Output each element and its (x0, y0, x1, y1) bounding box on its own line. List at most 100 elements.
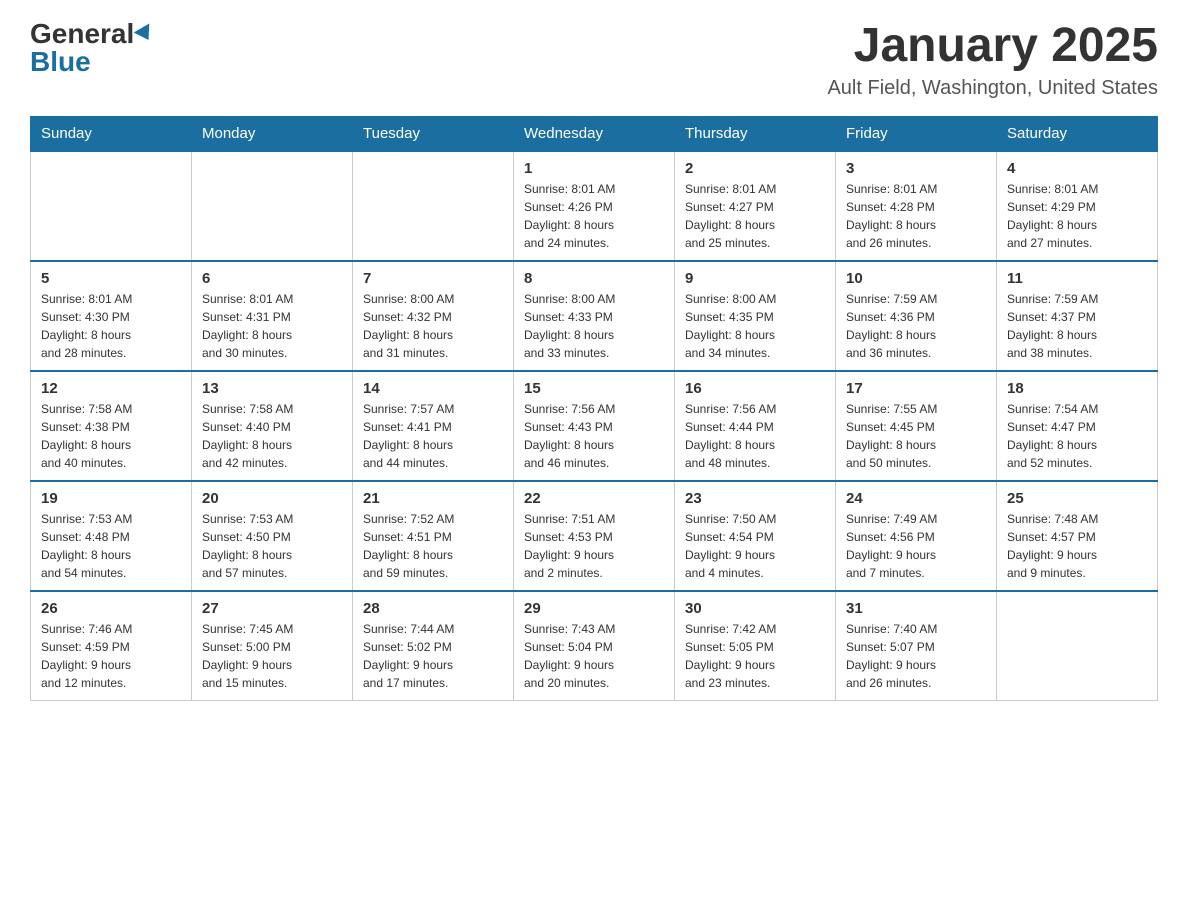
day-info: Sunrise: 7:42 AM Sunset: 5:05 PM Dayligh… (685, 620, 825, 692)
day-number: 27 (202, 600, 342, 617)
calendar-cell: 16 Sunrise: 7:56 AM Sunset: 4:44 PM Dayli… (675, 371, 836, 481)
logo-blue-text: Blue (30, 48, 91, 76)
logo-triangle-icon (134, 23, 157, 44)
day-info: Sunrise: 7:56 AM Sunset: 4:44 PM Dayligh… (685, 400, 825, 472)
day-number: 13 (202, 380, 342, 397)
header-row: SundayMondayTuesdayWednesdayThursdayFrid… (31, 116, 1158, 151)
day-number: 30 (685, 600, 825, 617)
calendar-cell: 11 Sunrise: 7:59 AM Sunset: 4:37 PM Dayli… (997, 261, 1158, 371)
header-day-wednesday: Wednesday (514, 116, 675, 151)
calendar-cell: 13 Sunrise: 7:58 AM Sunset: 4:40 PM Dayli… (192, 371, 353, 481)
calendar-cell: 21 Sunrise: 7:52 AM Sunset: 4:51 PM Dayli… (353, 481, 514, 591)
calendar-cell: 29 Sunrise: 7:43 AM Sunset: 5:04 PM Dayli… (514, 591, 675, 701)
day-info: Sunrise: 7:58 AM Sunset: 4:38 PM Dayligh… (41, 400, 181, 472)
page-header: General Blue January 2025 Ault Field, Wa… (30, 20, 1158, 100)
header-day-friday: Friday (836, 116, 997, 151)
day-number: 16 (685, 380, 825, 397)
day-number: 19 (41, 490, 181, 507)
calendar-cell: 17 Sunrise: 7:55 AM Sunset: 4:45 PM Dayli… (836, 371, 997, 481)
calendar-cell: 25Sunrise: 7:48 AM Sunset: 4:57 PM Dayli… (997, 481, 1158, 591)
day-info: Sunrise: 7:43 AM Sunset: 5:04 PM Dayligh… (524, 620, 664, 692)
calendar-cell: 20Sunrise: 7:53 AM Sunset: 4:50 PM Dayli… (192, 481, 353, 591)
day-info: Sunrise: 8:01 AM Sunset: 4:29 PM Dayligh… (1007, 180, 1147, 252)
day-info: Sunrise: 7:40 AM Sunset: 5:07 PM Dayligh… (846, 620, 986, 692)
day-info: Sunrise: 7:54 AM Sunset: 4:47 PM Dayligh… (1007, 400, 1147, 472)
day-info: Sunrise: 7:48 AM Sunset: 4:57 PM Dayligh… (1007, 510, 1147, 582)
day-info: Sunrise: 7:44 AM Sunset: 5:02 PM Dayligh… (363, 620, 503, 692)
header-day-thursday: Thursday (675, 116, 836, 151)
day-info: Sunrise: 7:58 AM Sunset: 4:40 PM Dayligh… (202, 400, 342, 472)
calendar-cell: 10 Sunrise: 7:59 AM Sunset: 4:36 PM Dayli… (836, 261, 997, 371)
calendar-cell: 26 Sunrise: 7:46 AM Sunset: 4:59 PM Dayli… (31, 591, 192, 701)
day-number: 1 (524, 160, 664, 177)
logo-general-text: General (30, 20, 134, 48)
day-info: Sunrise: 7:52 AM Sunset: 4:51 PM Dayligh… (363, 510, 503, 582)
calendar-cell (353, 151, 514, 261)
day-number: 17 (846, 380, 986, 397)
calendar-cell (192, 151, 353, 261)
day-info: Sunrise: 7:56 AM Sunset: 4:43 PM Dayligh… (524, 400, 664, 472)
day-info: Sunrise: 7:53 AM Sunset: 4:50 PM Dayligh… (202, 510, 342, 582)
day-number: 31 (846, 600, 986, 617)
day-info: Sunrise: 7:59 AM Sunset: 4:36 PM Dayligh… (846, 290, 986, 362)
title-block: January 2025 Ault Field, Washington, Uni… (827, 20, 1158, 100)
calendar-cell: 1 Sunrise: 8:01 AM Sunset: 4:26 PM Daylig… (514, 151, 675, 261)
calendar-table: SundayMondayTuesdayWednesdayThursdayFrid… (30, 116, 1158, 702)
week-row-2: 5Sunrise: 8:01 AM Sunset: 4:30 PM Daylig… (31, 261, 1158, 371)
calendar-cell: 7 Sunrise: 8:00 AM Sunset: 4:32 PM Daylig… (353, 261, 514, 371)
day-info: Sunrise: 7:59 AM Sunset: 4:37 PM Dayligh… (1007, 290, 1147, 362)
day-number: 9 (685, 270, 825, 287)
day-number: 21 (363, 490, 503, 507)
calendar-cell: 18 Sunrise: 7:54 AM Sunset: 4:47 PM Dayli… (997, 371, 1158, 481)
week-row-4: 19 Sunrise: 7:53 AM Sunset: 4:48 PM Dayli… (31, 481, 1158, 591)
day-number: 8 (524, 270, 664, 287)
day-info: Sunrise: 8:01 AM Sunset: 4:26 PM Dayligh… (524, 180, 664, 252)
calendar-cell (997, 591, 1158, 701)
day-number: 12 (41, 380, 181, 397)
day-info: Sunrise: 8:00 AM Sunset: 4:33 PM Dayligh… (524, 290, 664, 362)
calendar-cell (31, 151, 192, 261)
calendar-cell: 31 Sunrise: 7:40 AM Sunset: 5:07 PM Dayli… (836, 591, 997, 701)
week-row-1: 1 Sunrise: 8:01 AM Sunset: 4:26 PM Daylig… (31, 151, 1158, 261)
day-info: Sunrise: 7:53 AM Sunset: 4:48 PM Dayligh… (41, 510, 181, 582)
calendar-subtitle: Ault Field, Washington, United States (827, 77, 1158, 100)
day-number: 4 (1007, 160, 1147, 177)
day-number: 18 (1007, 380, 1147, 397)
day-number: 28 (363, 600, 503, 617)
day-info: Sunrise: 7:46 AM Sunset: 4:59 PM Dayligh… (41, 620, 181, 692)
day-info: Sunrise: 8:01 AM Sunset: 4:30 PM Dayligh… (41, 290, 181, 362)
header-day-sunday: Sunday (31, 116, 192, 151)
day-info: Sunrise: 8:00 AM Sunset: 4:35 PM Dayligh… (685, 290, 825, 362)
day-number: 22 (524, 490, 664, 507)
calendar-cell: 8 Sunrise: 8:00 AM Sunset: 4:33 PM Daylig… (514, 261, 675, 371)
calendar-cell: 28 Sunrise: 7:44 AM Sunset: 5:02 PM Dayli… (353, 591, 514, 701)
calendar-cell: 27 Sunrise: 7:45 AM Sunset: 5:00 PM Dayli… (192, 591, 353, 701)
day-number: 6 (202, 270, 342, 287)
calendar-cell: 6Sunrise: 8:01 AM Sunset: 4:31 PM Daylig… (192, 261, 353, 371)
day-number: 11 (1007, 270, 1147, 287)
calendar-cell: 2 Sunrise: 8:01 AM Sunset: 4:27 PM Daylig… (675, 151, 836, 261)
day-info: Sunrise: 7:55 AM Sunset: 4:45 PM Dayligh… (846, 400, 986, 472)
day-info: Sunrise: 7:57 AM Sunset: 4:41 PM Dayligh… (363, 400, 503, 472)
day-number: 24 (846, 490, 986, 507)
week-row-3: 12 Sunrise: 7:58 AM Sunset: 4:38 PM Dayli… (31, 371, 1158, 481)
day-info: Sunrise: 8:00 AM Sunset: 4:32 PM Dayligh… (363, 290, 503, 362)
day-info: Sunrise: 7:45 AM Sunset: 5:00 PM Dayligh… (202, 620, 342, 692)
day-info: Sunrise: 8:01 AM Sunset: 4:27 PM Dayligh… (685, 180, 825, 252)
header-day-monday: Monday (192, 116, 353, 151)
logo: General Blue (30, 20, 154, 76)
calendar-cell: 19 Sunrise: 7:53 AM Sunset: 4:48 PM Dayli… (31, 481, 192, 591)
calendar-cell: 12 Sunrise: 7:58 AM Sunset: 4:38 PM Dayli… (31, 371, 192, 481)
day-number: 23 (685, 490, 825, 507)
calendar-cell: 14Sunrise: 7:57 AM Sunset: 4:41 PM Dayli… (353, 371, 514, 481)
calendar-title: January 2025 (827, 20, 1158, 73)
calendar-cell: 30 Sunrise: 7:42 AM Sunset: 5:05 PM Dayli… (675, 591, 836, 701)
day-number: 10 (846, 270, 986, 287)
day-number: 15 (524, 380, 664, 397)
day-number: 29 (524, 600, 664, 617)
day-info: Sunrise: 7:51 AM Sunset: 4:53 PM Dayligh… (524, 510, 664, 582)
day-number: 26 (41, 600, 181, 617)
day-number: 2 (685, 160, 825, 177)
calendar-cell: 9 Sunrise: 8:00 AM Sunset: 4:35 PM Daylig… (675, 261, 836, 371)
day-number: 7 (363, 270, 503, 287)
